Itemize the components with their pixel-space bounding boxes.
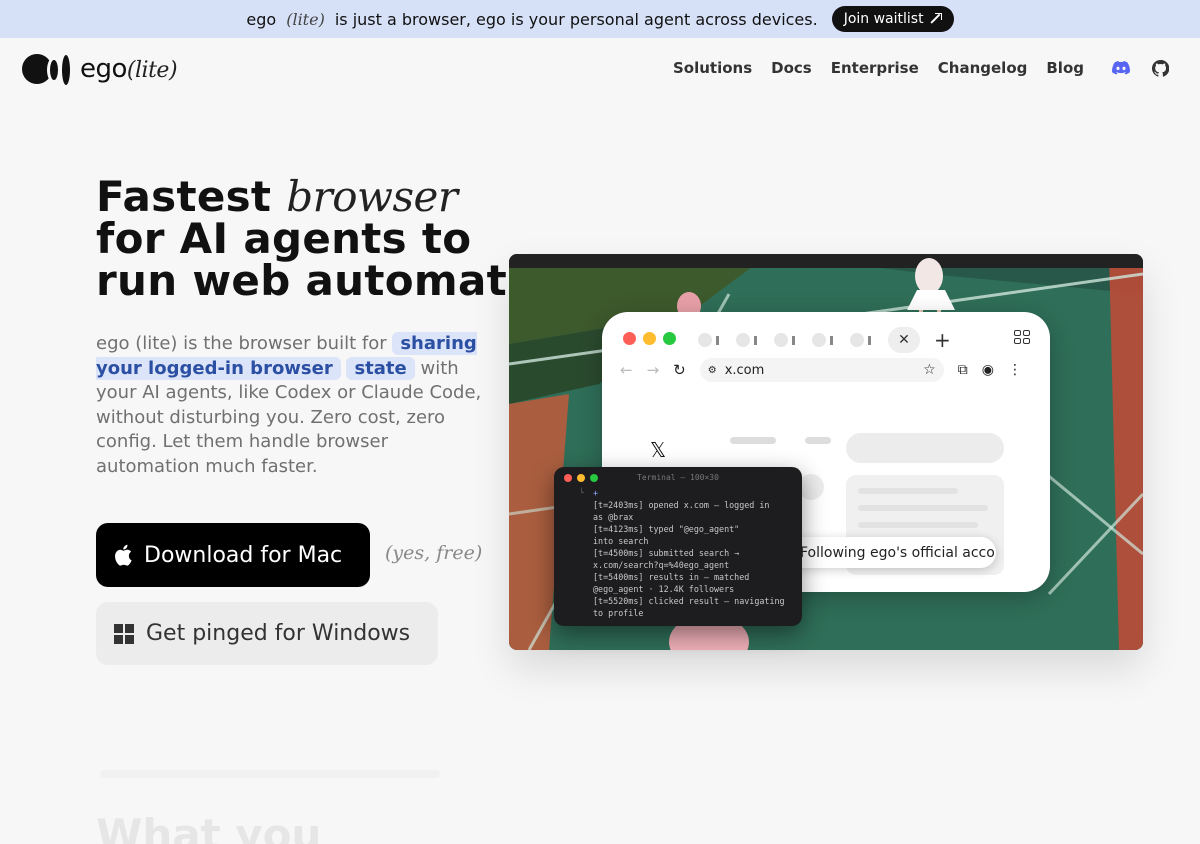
new-tab-icon: + [934,328,951,352]
banner-text: is just a browser, ego is your personal … [334,9,818,29]
browser-tab [812,329,844,351]
menu-icon: ⋮ [1007,362,1022,378]
browser-toolbar: ← → ↻ ⚙ x.com ☆ ⧉ ◉ ⋮ [620,358,1036,382]
back-icon: ← [620,361,633,379]
site-header: ego(lite) Solutions Docs Enterprise Chan… [0,38,1200,102]
terminal-window: Terminal — 100×30 └ + [t=2403ms] opened … [554,467,802,626]
forward-icon: → [646,361,660,379]
discord-icon[interactable] [1111,58,1131,78]
skeleton-bar [858,488,958,494]
free-note: (yes, free) [385,542,483,564]
nav-docs[interactable]: Docs [771,59,812,77]
address-text: x.com [724,362,765,378]
nav-enterprise[interactable]: Enterprise [831,59,919,77]
highlight-text: state [346,356,415,380]
skeleton-bar [730,437,776,444]
address-bar: ⚙ x.com ☆ [699,358,944,382]
nav-blog[interactable]: Blog [1046,59,1084,77]
windows-notify-button[interactable]: Get pinged for Windows [96,602,438,665]
section-heading: What you [96,810,322,844]
join-waitlist-button[interactable]: Join waitlist [831,6,954,32]
logo-wordmark: ego(lite) [80,54,178,84]
profile-icon: ◉ [981,362,994,378]
extensions-icon: ⧉ [957,362,968,378]
nav-solutions[interactable]: Solutions [673,59,752,77]
tabs-grid-icon [1014,330,1030,344]
skeleton-bar [858,522,978,528]
download-mac-button[interactable]: Download for Mac [96,523,370,587]
banner-text-lite: (lite) [286,9,325,29]
hero-description: ego (lite) is the browser built for shar… [96,332,482,477]
browser-tab [736,329,768,351]
close-icon: ✕ [888,327,920,353]
github-icon[interactable] [1150,58,1170,78]
browser-tab [850,329,882,351]
skeleton-bar [858,505,988,511]
faded-divider [100,770,440,778]
ego-logo-icon [22,52,70,86]
apple-icon [115,544,132,566]
arrow-up-right-icon [930,13,942,25]
windows-icon [114,623,134,644]
star-icon: ☆ [923,362,936,378]
x-logo-icon: 𝕏 [650,438,667,462]
terminal-output: + [t=2403ms] opened x.com — logged in as… [593,488,785,618]
terminal-titlebar: Terminal — 100×30 [554,467,802,489]
browser-tab [774,329,806,351]
main-nav: Solutions Docs Enterprise Changelog Blog [673,58,1170,78]
reload-icon: ↻ [673,361,686,379]
terminal-gutter: └ [579,488,584,497]
browser-tab [698,329,730,351]
site-settings-icon: ⚙ [707,364,717,376]
join-waitlist-label: Join waitlist [843,11,924,27]
agent-action-toast: Following ego's official account [770,537,996,568]
windows-notify-label: Get pinged for Windows [146,621,411,646]
logo[interactable]: ego(lite) [22,52,178,86]
window-controls [623,332,676,345]
skeleton-bar [805,437,831,444]
banner-text-prefix: ego [246,9,277,29]
tab-strip: ✕ + [698,327,951,353]
skeleton-search [846,433,1004,463]
hero-title: Fastest browser for AI agents to run web… [96,172,582,305]
announcement-banner: ego (lite) is just a browser, ego is you… [0,0,1200,38]
download-mac-label: Download for Mac [144,542,343,568]
terminal-title: Terminal — 100×30 [637,473,719,482]
nav-changelog[interactable]: Changelog [938,59,1028,77]
